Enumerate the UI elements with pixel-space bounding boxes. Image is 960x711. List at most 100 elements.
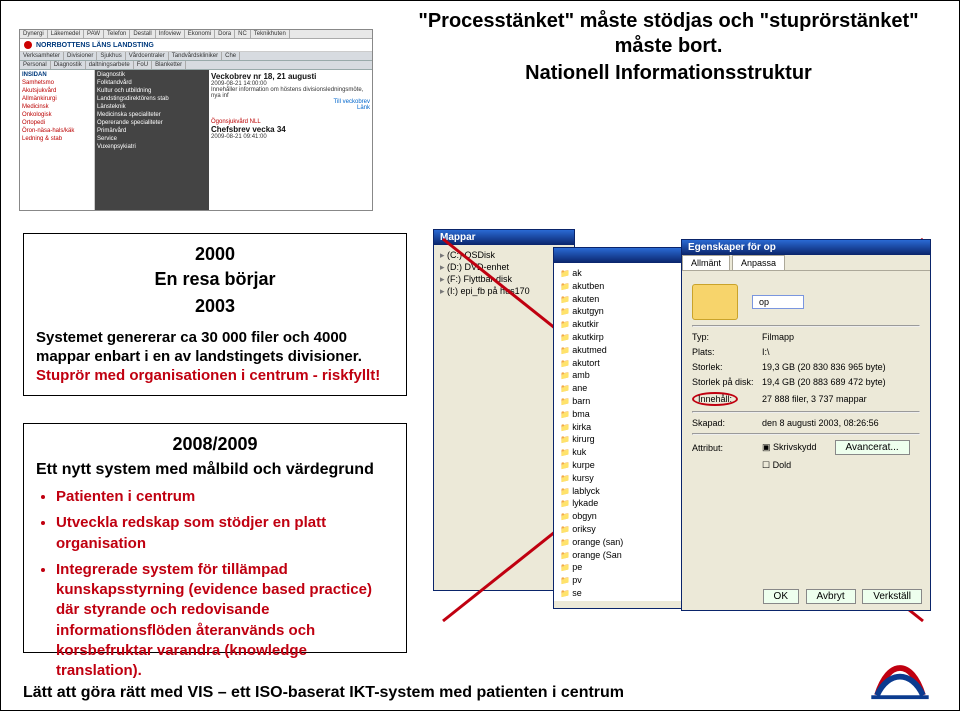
menu-item: Divisioner [64, 52, 97, 60]
tree-node: (C:) OSDisk [440, 249, 568, 261]
lead-text: Ett nytt system med målbild och värdegru… [36, 461, 394, 479]
folder-icon [692, 284, 738, 320]
list-item: akutort [560, 357, 698, 370]
list-item: orange (san) [560, 536, 698, 549]
lbl-type: Typ: [692, 332, 762, 342]
intranet-menubar: Verksamheter Divisioner Sjukhus Vårdcent… [20, 52, 372, 61]
list-item: Onkologisk [22, 112, 92, 118]
footer-text: Lätt att göra rätt med VIS – ett ISO-bas… [23, 684, 624, 702]
attr-hidden: ☐ Dold [762, 460, 791, 471]
title-line2: Nationell Informationsstruktur [401, 61, 936, 86]
intranet-news: Veckobrev nr 18, 21 augusti 2009-08-21 1… [209, 70, 372, 210]
menu-item: Tandvårdskliniker [169, 52, 222, 60]
bullet-item: Integrerade system för tillämpad kunskap… [56, 560, 394, 682]
val-created: den 8 augusti 2003, 08:26:56 [762, 418, 879, 428]
list-item: akutkir [560, 318, 698, 331]
insidan-label: INSIDAN [22, 72, 92, 78]
tab: Telefon [104, 30, 130, 38]
tree-node: (D:) DVD-enhet [440, 261, 568, 273]
list-item: sg [560, 600, 698, 601]
list-item: Primärvård [97, 128, 207, 134]
menu-item: Vårdcentraler [126, 52, 169, 60]
list-item: barn [560, 395, 698, 408]
bullet-list: Patienten i centrum Utveckla redskap som… [36, 487, 394, 681]
folder-name: op [752, 295, 804, 309]
bullet-item: Patienten i centrum [56, 487, 394, 507]
list-item: akutben [560, 280, 698, 293]
properties-pane: op Typ:Filmapp Plats:I:\ Storlek:19,3 GB… [682, 271, 930, 587]
list-item: pe [560, 561, 698, 574]
subtitle: En resa börjar [36, 269, 394, 290]
menu-item: Che [222, 52, 240, 60]
list-item: lykade [560, 497, 698, 510]
menu-item: Blanketter [152, 61, 186, 69]
title-line1: "Processtänket" måste stödjas och "stupr… [418, 10, 918, 57]
apply-button: Verkställ [862, 589, 922, 604]
bullet-item: Utveckla redskap som stödjer en platt or… [56, 513, 394, 554]
news-date: 2009-08-21 09:41:00 [211, 134, 370, 140]
slide-title: "Processtänket" måste stödjas och "stupr… [401, 9, 936, 86]
val-contains: 27 888 filer, 3 737 mappar [762, 394, 867, 404]
text-box-2000: 2000 En resa börjar 2003 Systemet genere… [23, 233, 407, 396]
list-item: obgyn [560, 510, 698, 523]
list-item: akutgyn [560, 305, 698, 318]
intranet-banner: NORRBOTTENS LÄNS LANDSTING [20, 39, 372, 52]
list-item: Diagnostik [97, 72, 207, 78]
list-item: amb [560, 369, 698, 382]
intranet-left-links: INSIDAN Samhetsmo Akutsjukvård Allmänkir… [20, 70, 95, 210]
list-item: kurpe [560, 459, 698, 472]
list-item: se [560, 587, 698, 600]
menu-item: Verksamheter [20, 52, 64, 60]
tab: Infoview [156, 30, 185, 38]
attr-readonly: ▣ Skrivskydd [762, 442, 817, 453]
text-box-2008: 2008/2009 Ett nytt system med målbild oc… [23, 423, 407, 653]
properties-tabs: Allmänt Anpassa [682, 255, 930, 271]
dialog-buttons: OK Avbryt Verkställ [759, 589, 922, 604]
menu-item: daltningsarbete [86, 61, 134, 69]
list-item: akutmed [560, 344, 698, 357]
advanced-button: Avancerat... [835, 440, 910, 455]
tab: Läkemedel [48, 30, 84, 38]
list-item: Ortopedi [22, 120, 92, 126]
paragraph: Systemet genererar ca 30 000 filer och 4… [36, 329, 394, 385]
intranet-menubar-2: Personal Diagnostik daltningsarbete FoU … [20, 61, 372, 70]
list-item: Kultur och utbildning [97, 88, 207, 94]
w3-titlebar: Egenskaper för op [682, 240, 930, 255]
list-item: Allmänkirurgi [22, 96, 92, 102]
list-item: Opererande specialiteter [97, 120, 207, 126]
para-black: Systemet genererar ca 30 000 filer och 4… [36, 329, 362, 365]
list-item: Samhetsmo [22, 80, 92, 86]
tree-node: (F:) Flyttbar disk [440, 273, 568, 285]
tab-customize: Anpassa [732, 255, 785, 270]
list-item: kuk [560, 446, 698, 459]
year-2008: 2008/2009 [36, 434, 394, 455]
logo-icon [871, 657, 929, 701]
list-item: Länsteknik [97, 104, 207, 110]
tab: PAW [84, 30, 104, 38]
list-item: pv [560, 574, 698, 587]
list-item: oriksy [560, 523, 698, 536]
lbl-created: Skapad: [692, 418, 762, 428]
year-2003: 2003 [36, 296, 394, 317]
year-2000: 2000 [36, 244, 394, 265]
lbl-size: Storlek: [692, 362, 762, 372]
properties-dialog-screenshot: Mappar (C:) OSDisk (D:) DVD-enhet (F:) F… [433, 229, 933, 629]
list-item: ane [560, 382, 698, 395]
menu-item: Personal [20, 61, 51, 69]
w1-titlebar: Mappar [434, 230, 574, 245]
intranet-tabs: Dynergi Läkemedel PAW Telefon Destall In… [20, 30, 372, 39]
list-item: akuten [560, 293, 698, 306]
list-item: orange (San [560, 549, 698, 562]
tab: Teknikhuten [251, 30, 290, 38]
list-item: Ledning & stab [22, 136, 92, 142]
list-item: kirurg [560, 433, 698, 446]
lbl-attr: Attribut: [692, 443, 762, 453]
list-item: Folktandvård [97, 80, 207, 86]
list-item: kursy [560, 472, 698, 485]
val-place: I:\ [762, 347, 770, 357]
tab-general: Allmänt [682, 255, 730, 270]
list-item: Öron-näsa-hals/käk [22, 128, 92, 134]
tab: Dynergi [20, 30, 48, 38]
intranet-dropdown: Diagnostik Folktandvård Kultur och utbil… [95, 70, 209, 210]
properties-window: Egenskaper för op Allmänt Anpassa op Typ… [681, 239, 931, 611]
